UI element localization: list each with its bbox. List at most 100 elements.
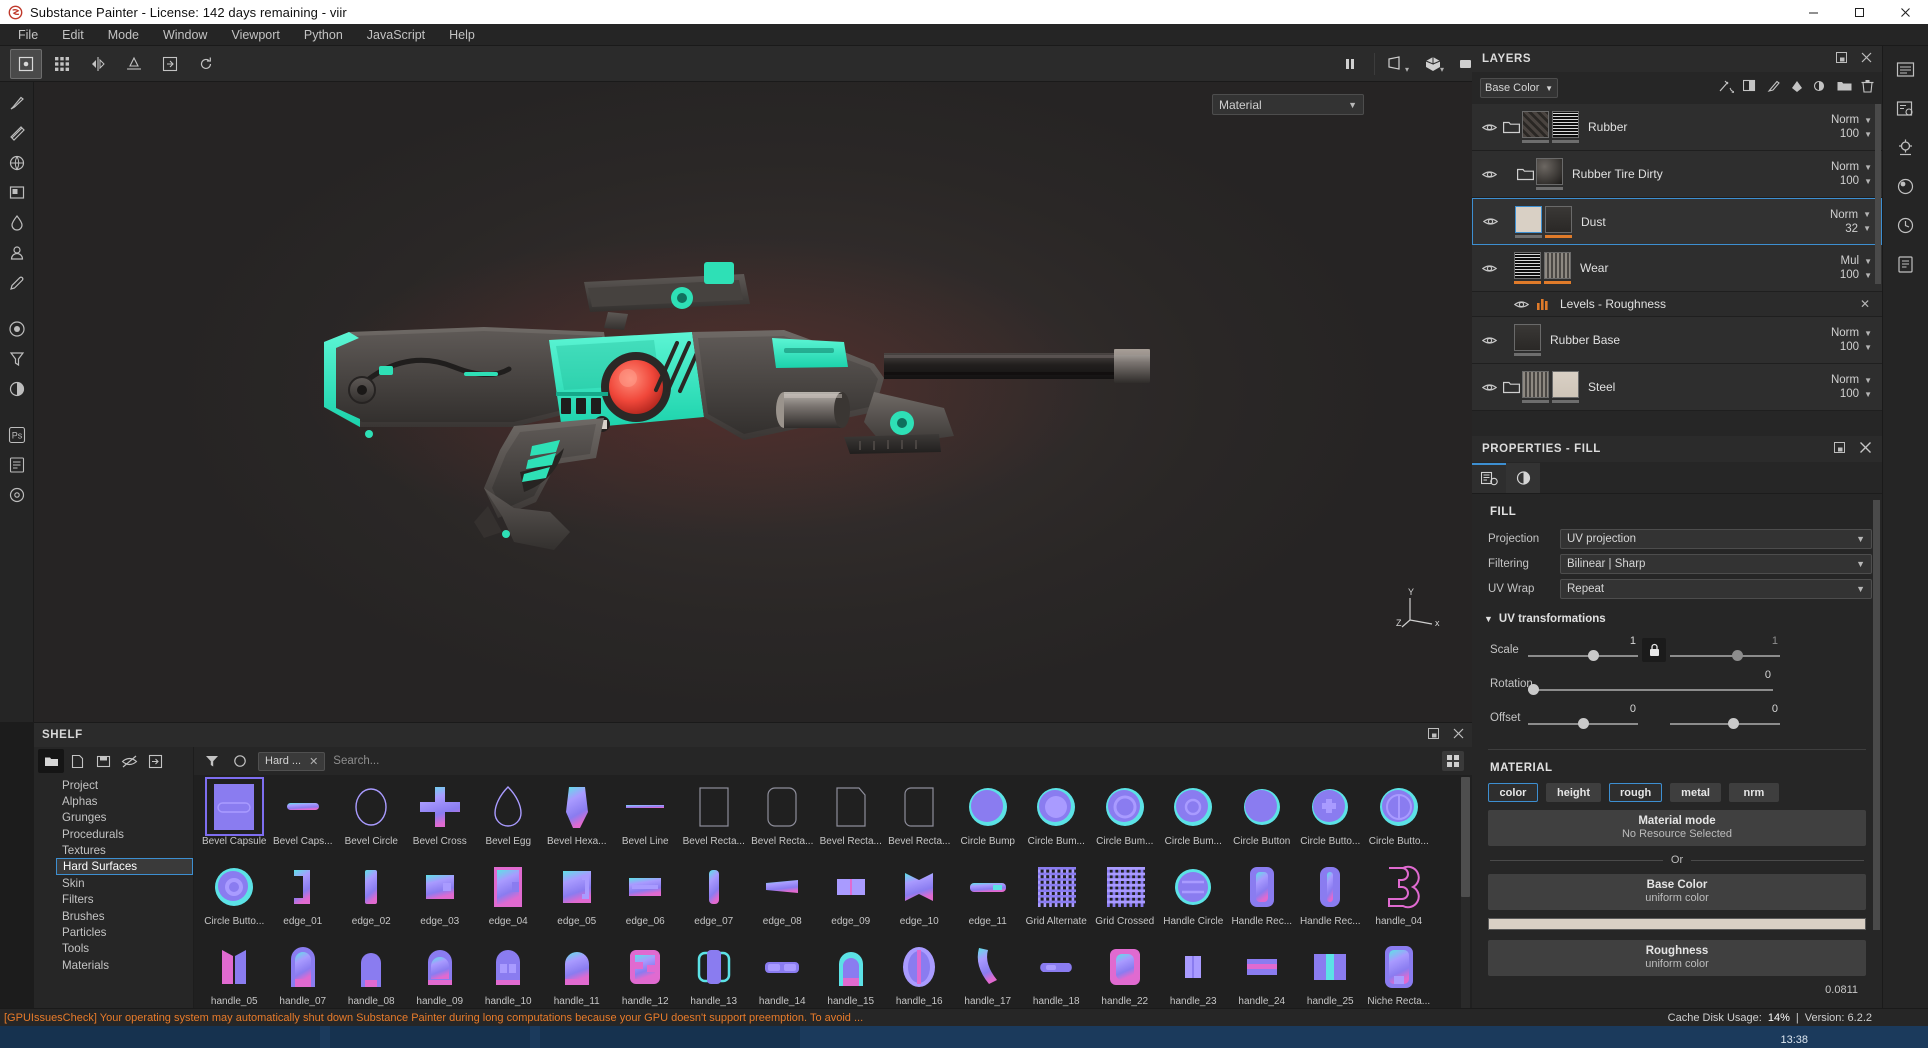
- shelf-category-brushes[interactable]: Brushes: [34, 908, 193, 924]
- layer-content-thumbnail[interactable]: [1514, 324, 1541, 356]
- scale-lock-button[interactable]: [1642, 638, 1666, 662]
- shelf-item[interactable]: handle_07: [269, 939, 338, 1019]
- projection-select[interactable]: UV projection ▼: [1560, 529, 1872, 549]
- shelf-item[interactable]: Bevel Line: [611, 779, 680, 859]
- shelf-item[interactable]: handle_10: [474, 939, 543, 1019]
- delete-layer-icon[interactable]: [1861, 79, 1874, 98]
- shelf-item[interactable]: handle_24: [1228, 939, 1297, 1019]
- pause-engine-button[interactable]: [1334, 49, 1366, 79]
- shelf-item[interactable]: Niche Recta...: [1365, 939, 1434, 1019]
- layer-visibility-eye-icon[interactable]: [1510, 299, 1532, 310]
- channel-toggle-color[interactable]: color: [1488, 783, 1538, 802]
- shelf-item[interactable]: handle_09: [406, 939, 475, 1019]
- layer-blend-mode[interactable]: Norm ▼: [1831, 161, 1872, 173]
- layer-opacity[interactable]: 32 ▼: [1845, 223, 1871, 235]
- viewport-material-dropdown[interactable]: Material ▼: [1212, 94, 1364, 115]
- shelf-item[interactable]: Bevel Circle: [337, 779, 406, 859]
- shelf-category-skin[interactable]: Skin: [34, 875, 193, 891]
- shelf-float-icon[interactable]: [1428, 728, 1439, 742]
- shelf-item[interactable]: edge_05: [543, 859, 612, 939]
- shelf-item[interactable]: handle_08: [337, 939, 406, 1019]
- scale-v-slider[interactable]: 1: [1670, 635, 1780, 665]
- layer-folder-icon[interactable]: [1500, 121, 1522, 134]
- shelf-category-textures[interactable]: Textures: [34, 842, 193, 858]
- layer-blend-mode[interactable]: Norm ▼: [1830, 209, 1871, 221]
- layer-content-thumbnail[interactable]: [1514, 252, 1541, 284]
- paint-brush-tool-icon[interactable]: [4, 90, 30, 116]
- shelf-item[interactable]: Bevel Capsule: [200, 777, 269, 859]
- shelf-item[interactable]: Circle Button: [1228, 779, 1297, 859]
- layer-blend-mode[interactable]: Norm ▼: [1831, 327, 1872, 339]
- shelf-import-icon[interactable]: [142, 749, 168, 773]
- shelf-close-icon[interactable]: [1453, 728, 1464, 742]
- shelf-category-filters[interactable]: Filters: [34, 892, 193, 908]
- layer-row[interactable]: Dust Norm ▼ 32 ▼: [1472, 198, 1882, 245]
- texture-set-icon[interactable]: [4, 452, 30, 478]
- shelf-item[interactable]: Circle Bum...: [1159, 779, 1228, 859]
- shelf-save-icon[interactable]: [90, 749, 116, 773]
- layers-channel-dropdown[interactable]: Base Color ▼: [1480, 78, 1558, 98]
- shelf-item[interactable]: Bevel Recta...: [748, 779, 817, 859]
- uvwrap-select[interactable]: Repeat ▼: [1560, 579, 1872, 599]
- shelf-item[interactable]: edge_06: [611, 859, 680, 939]
- shelf-item[interactable]: Bevel Recta...: [885, 779, 954, 859]
- slider-knob[interactable]: [1528, 684, 1539, 695]
- layer-row[interactable]: Rubber Base Norm ▼ 100 ▼: [1472, 317, 1882, 364]
- fill-projection-button[interactable]: [154, 49, 186, 79]
- shelf-item[interactable]: Bevel Recta...: [680, 779, 749, 859]
- layer-row[interactable]: Rubber Norm ▼ 100 ▼: [1472, 104, 1882, 151]
- color-picker-tool-icon[interactable]: [4, 270, 30, 296]
- add-paint-layer-icon[interactable]: [1767, 79, 1781, 98]
- add-effect-icon[interactable]: [1719, 79, 1736, 98]
- shelf-item[interactable]: handle_05: [200, 939, 269, 1019]
- add-mask-icon[interactable]: [1742, 79, 1758, 98]
- channel-toggle-metal[interactable]: metal: [1670, 783, 1721, 802]
- shelf-category-materials[interactable]: Materials: [34, 957, 193, 973]
- menu-edit[interactable]: Edit: [50, 25, 96, 45]
- layer-visibility-eye-icon[interactable]: [1478, 335, 1500, 346]
- eraser-tool-icon[interactable]: [4, 120, 30, 146]
- shelf-item[interactable]: handle_11: [543, 939, 612, 1019]
- shelf-category-alphas[interactable]: Alphas: [34, 793, 193, 809]
- taskbar-segment[interactable]: [0, 1026, 320, 1048]
- close-icon[interactable]: ✕: [309, 755, 318, 768]
- layer-row[interactable]: Steel Norm ▼ 100 ▼: [1472, 364, 1882, 411]
- layer-content-thumbnail[interactable]: [1536, 158, 1563, 190]
- shelf-category-project[interactable]: Project: [34, 777, 193, 793]
- shelf-item[interactable]: edge_02: [337, 859, 406, 939]
- paint-tool-button[interactable]: [10, 48, 42, 79]
- shelf-item[interactable]: handle_18: [1022, 939, 1091, 1019]
- log-rail-icon[interactable]: [1891, 249, 1921, 279]
- shelf-new-icon[interactable]: [64, 749, 90, 773]
- mirror-button[interactable]: [118, 49, 150, 79]
- shelf-category-particles[interactable]: Particles: [34, 924, 193, 940]
- scale-u-slider[interactable]: 1: [1528, 635, 1638, 665]
- slider-knob[interactable]: [1578, 718, 1589, 729]
- layer-content-thumbnail[interactable]: [1515, 205, 1542, 238]
- menu-viewport[interactable]: Viewport: [219, 25, 291, 45]
- shelf-item[interactable]: Grid Alternate: [1022, 859, 1091, 939]
- rotation-slider[interactable]: 0: [1528, 669, 1773, 699]
- menu-file[interactable]: File: [6, 25, 50, 45]
- shelf-category-tools[interactable]: Tools: [34, 941, 193, 957]
- texture-set-settings-icon[interactable]: [1891, 93, 1921, 123]
- shelf-item[interactable]: Circle Butto...: [200, 859, 269, 939]
- mask-preset-icon[interactable]: [4, 346, 30, 372]
- shelf-item[interactable]: Grid Crossed: [1091, 859, 1160, 939]
- layer-blend-mode[interactable]: Norm ▼: [1831, 114, 1872, 126]
- filtering-select[interactable]: Bilinear | Sharp ▼: [1560, 554, 1872, 574]
- layer-visibility-eye-icon[interactable]: [1478, 263, 1500, 274]
- basecolor-swatch[interactable]: [1488, 918, 1866, 930]
- display-settings-button[interactable]: ▾: [1383, 49, 1415, 79]
- layer-content-thumbnail[interactable]: [1522, 111, 1549, 143]
- channel-toggle-height[interactable]: height: [1546, 783, 1601, 802]
- layer-opacity[interactable]: 100 ▼: [1840, 175, 1872, 187]
- layers-close-icon[interactable]: [1861, 52, 1872, 66]
- layer-mask-thumbnail[interactable]: [1552, 111, 1579, 143]
- layer-row[interactable]: Wear Mul ▼ 100 ▼: [1472, 245, 1882, 292]
- layer-row[interactable]: Levels - Roughness ✕: [1472, 292, 1882, 317]
- shelf-item[interactable]: edge_07: [680, 859, 749, 939]
- shelf-item[interactable]: edge_01: [269, 859, 338, 939]
- taskbar-segment[interactable]: [540, 1026, 800, 1048]
- layer-mask-thumbnail[interactable]: [1544, 252, 1571, 284]
